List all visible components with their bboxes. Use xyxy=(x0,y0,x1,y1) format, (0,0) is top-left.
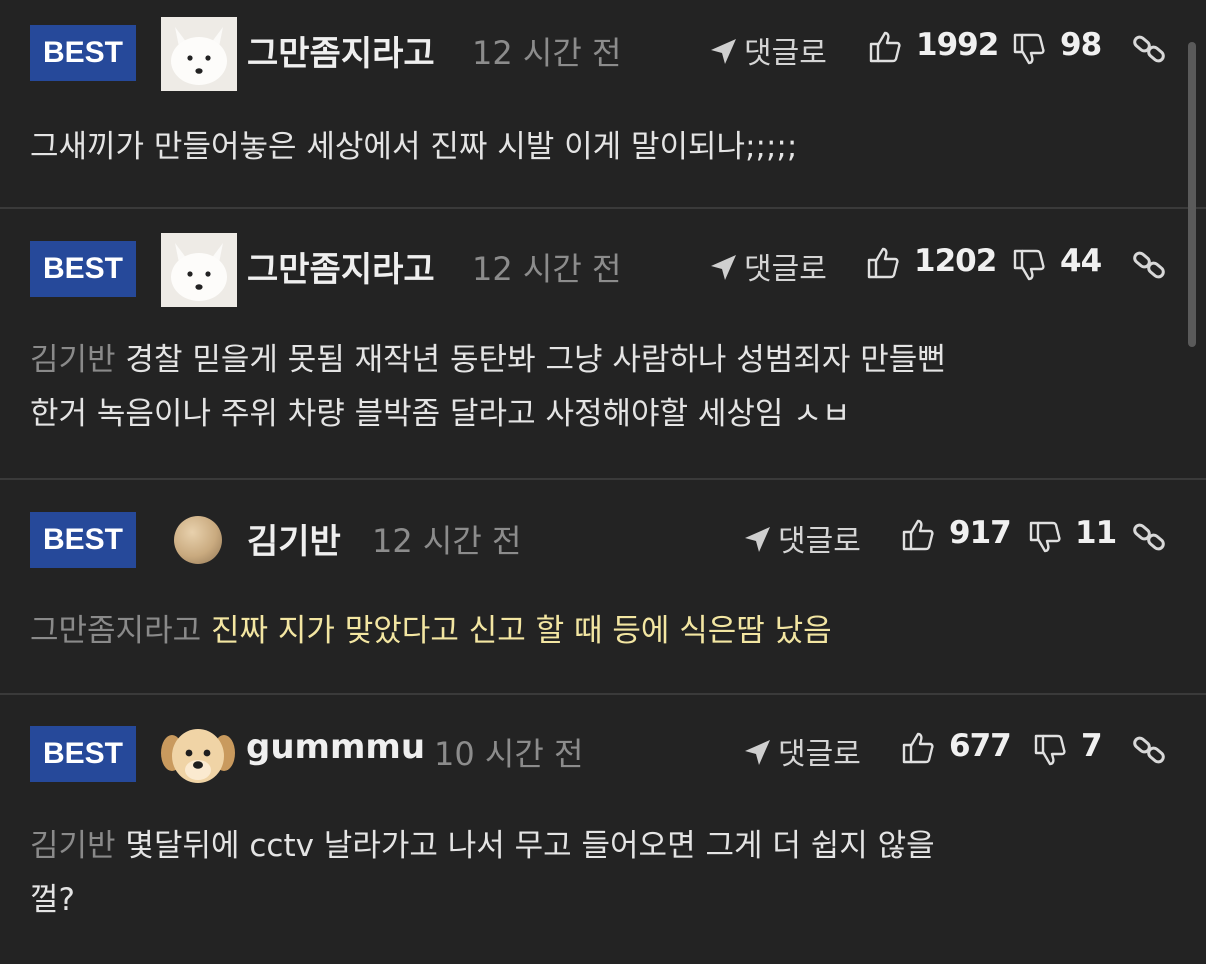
dislike-count: 7 xyxy=(1081,728,1103,764)
best-badge: BEST xyxy=(30,25,136,81)
like-count: 1992 xyxy=(916,27,999,63)
comment-text: 그만좀지라고 진짜 지가 맞았다고 신고 할 때 등에 식은땀 났음 xyxy=(30,604,1180,658)
comment-body: 몇달뒤에 cctv 날라가고 나서 무고 들어오면 그게 더 쉽지 않을 xyxy=(125,828,935,864)
mention-username[interactable]: 김기반 xyxy=(30,342,116,378)
comment-text: 김기반 몇달뒤에 cctv 날라가고 나서 무고 들어오면 그게 더 쉽지 않을… xyxy=(30,819,1180,927)
comment-item: BEST 그만좀지라고 12 시간 전 댓글로 1202 44 김기반 경찰 믿… xyxy=(0,209,1206,479)
reply-button[interactable]: 댓글로 xyxy=(708,28,827,72)
link-icon[interactable] xyxy=(1132,248,1166,286)
comment-item: BEST 김기반 12 시간 전 댓글로 917 11 그만좀지라고 진짜 지가… xyxy=(0,480,1206,694)
thumbs-up-icon[interactable] xyxy=(901,518,935,556)
comment-body-line2: 껄? xyxy=(30,882,75,918)
username[interactable]: 그만좀지라고 xyxy=(247,242,435,291)
comment-body: 경찰 믿을게 못됨 재작년 동탄봐 그냥 사람하나 성범죄자 만들뻔 xyxy=(125,342,946,378)
thumbs-down-icon[interactable] xyxy=(1033,733,1067,771)
timestamp: 12 시간 전 xyxy=(372,522,522,560)
comment-list: BEST 그만좀지라고 12 시간 전 댓글로 1992 98 그새끼가 만들어… xyxy=(0,0,1206,964)
send-arrow-icon xyxy=(745,740,770,765)
timestamp: 12 시간 전 xyxy=(472,34,622,72)
best-badge: BEST xyxy=(30,726,136,782)
mention-username[interactable]: 김기반 xyxy=(30,828,116,864)
link-icon[interactable] xyxy=(1132,32,1166,70)
username[interactable]: 그만좀지라고 xyxy=(247,26,435,75)
comment-body: 진짜 지가 맞았다고 신고 할 때 등에 식은땀 났음 xyxy=(210,613,832,649)
thumbs-up-icon[interactable] xyxy=(868,30,902,68)
comment-body-line2: 한거 녹음이나 주위 차량 블박좀 달라고 사정해야할 세상임 ㅅㅂ xyxy=(30,396,851,432)
link-icon[interactable] xyxy=(1132,520,1166,558)
reply-label: 댓글로 xyxy=(744,36,827,71)
comment-text: 김기반 경찰 믿을게 못됨 재작년 동탄봐 그냥 사람하나 성범죄자 만들뻔 한… xyxy=(30,333,1180,441)
username[interactable]: 김기반 xyxy=(247,514,341,563)
username[interactable]: gummmu xyxy=(246,727,425,767)
send-arrow-icon xyxy=(711,255,736,280)
user-avatar[interactable] xyxy=(174,516,222,564)
best-badge: BEST xyxy=(30,241,136,297)
dislike-count: 98 xyxy=(1060,27,1102,63)
comment-body: 그새끼가 만들어놓은 세상에서 진짜 시발 이게 말이되나;;;;; xyxy=(30,129,798,165)
thumbs-down-icon[interactable] xyxy=(1028,520,1062,558)
timestamp: 10 시간 전 xyxy=(434,735,584,773)
like-count: 1202 xyxy=(914,243,997,279)
best-badge: BEST xyxy=(30,512,136,568)
thumbs-up-icon[interactable] xyxy=(866,246,900,284)
reply-button[interactable]: 댓글로 xyxy=(742,516,861,560)
comment-text: 그새끼가 만들어놓은 세상에서 진짜 시발 이게 말이되나;;;;; xyxy=(30,120,1180,174)
dislike-count: 44 xyxy=(1060,243,1102,279)
link-icon[interactable] xyxy=(1132,733,1166,771)
send-arrow-icon xyxy=(745,527,770,552)
dislike-count: 11 xyxy=(1075,515,1117,551)
comment-item: BEST gummmu 10 시간 전 댓글로 677 7 김기반 몇달뒤에 c… xyxy=(0,695,1206,964)
mention-username[interactable]: 그만좀지라고 xyxy=(30,613,201,649)
thumbs-down-icon[interactable] xyxy=(1012,248,1046,286)
reply-button[interactable]: 댓글로 xyxy=(742,729,861,773)
user-avatar[interactable] xyxy=(161,233,237,307)
like-count: 677 xyxy=(949,728,1012,764)
reply-label: 댓글로 xyxy=(744,252,827,287)
thumbs-up-icon[interactable] xyxy=(901,731,935,769)
like-count: 917 xyxy=(949,515,1012,551)
scrollbar-thumb[interactable] xyxy=(1188,42,1196,347)
thumbs-down-icon[interactable] xyxy=(1012,32,1046,70)
user-avatar[interactable] xyxy=(160,723,236,789)
user-avatar[interactable] xyxy=(161,17,237,91)
send-arrow-icon xyxy=(711,39,736,64)
reply-label: 댓글로 xyxy=(778,524,861,559)
comment-item: BEST 그만좀지라고 12 시간 전 댓글로 1992 98 그새끼가 만들어… xyxy=(0,0,1206,208)
reply-label: 댓글로 xyxy=(778,737,861,772)
timestamp: 12 시간 전 xyxy=(472,250,622,288)
reply-button[interactable]: 댓글로 xyxy=(708,244,827,288)
